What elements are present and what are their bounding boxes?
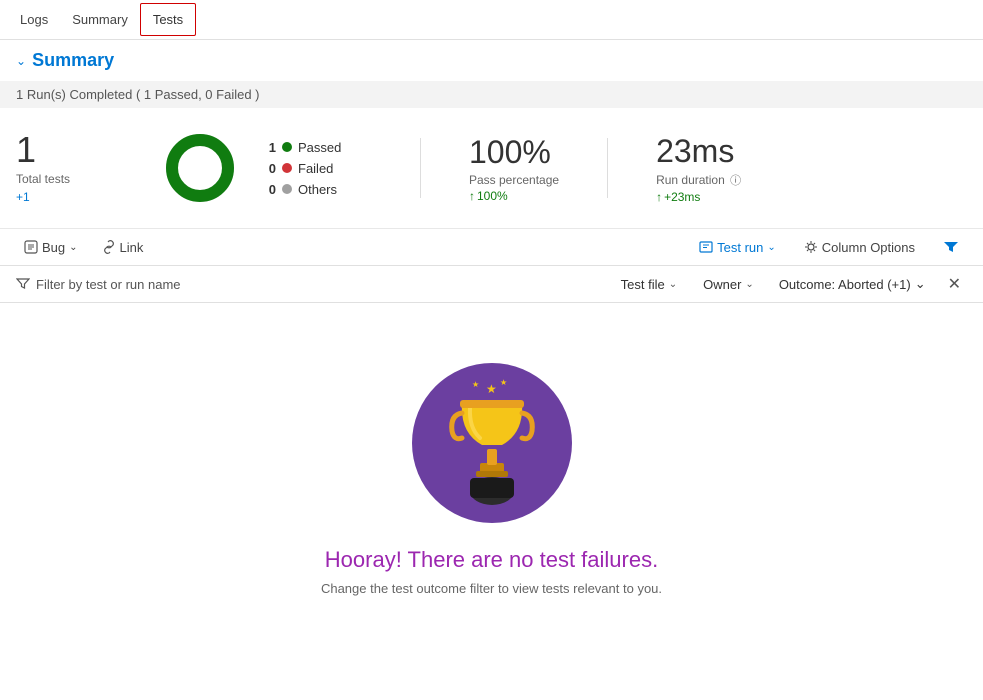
dot-passed bbox=[282, 142, 292, 152]
summary-header: ⌄ Summary bbox=[0, 40, 983, 81]
pass-percentage-block: 100% Pass percentage 100% bbox=[469, 134, 559, 203]
total-tests-delta: +1 bbox=[16, 190, 136, 204]
filter-icon bbox=[943, 239, 959, 255]
legend-passed: 1 Passed bbox=[264, 140, 364, 155]
donut-chart bbox=[160, 128, 240, 208]
chevron-down-icon: ⌄ bbox=[745, 279, 753, 290]
legend-others: 0 Others bbox=[264, 182, 364, 197]
close-filter-button[interactable]: ✕ bbox=[942, 272, 967, 296]
completed-bar: 1 Run(s) Completed ( 1 Passed, 0 Failed … bbox=[0, 81, 983, 108]
link-button[interactable]: Link bbox=[94, 236, 152, 259]
legend: 1 Passed 0 Failed 0 Others bbox=[264, 140, 364, 197]
trophy-illustration: ★ ★ ★ bbox=[412, 363, 572, 523]
filter-funnel-icon bbox=[16, 277, 30, 291]
filter-bar: Filter by test or run name Test file ⌄ O… bbox=[0, 266, 983, 303]
run-duration-value: 23ms bbox=[656, 133, 741, 170]
owner-filter[interactable]: Owner ⌄ bbox=[694, 273, 763, 296]
summary-title: Summary bbox=[32, 50, 114, 71]
link-icon bbox=[102, 240, 116, 254]
chevron-down-icon: ⌄ bbox=[16, 54, 26, 68]
chevron-down-icon: ⌄ bbox=[767, 242, 775, 253]
chevron-down-icon: ⌄ bbox=[669, 279, 677, 290]
run-duration-label: Run duration ⓘ bbox=[656, 172, 741, 188]
hooray-message: Hooray! There are no test failures. bbox=[325, 547, 658, 573]
test-run-button[interactable]: Test run ⌄ bbox=[691, 236, 784, 259]
pass-pct-value: 100% bbox=[469, 134, 559, 171]
column-options-button[interactable]: Column Options bbox=[796, 236, 923, 259]
tab-logs[interactable]: Logs bbox=[8, 4, 60, 35]
toolbar: Bug ⌄ Link Test run ⌄ Column Options bbox=[0, 229, 983, 266]
run-duration-block: 23ms Run duration ⓘ +23ms bbox=[656, 133, 741, 204]
vertical-separator-2 bbox=[607, 138, 608, 198]
tab-summary[interactable]: Summary bbox=[60, 4, 140, 35]
top-nav: Logs Summary Tests bbox=[0, 0, 983, 40]
test-run-icon bbox=[699, 240, 713, 254]
pass-pct-label: Pass percentage bbox=[469, 173, 559, 187]
run-duration-delta: +23ms bbox=[656, 190, 741, 204]
total-tests-number: 1 bbox=[16, 132, 136, 168]
trophy-svg: ★ ★ ★ bbox=[432, 373, 552, 513]
pass-pct-delta: 100% bbox=[469, 189, 559, 203]
column-options-icon bbox=[804, 240, 818, 254]
total-tests-block: 1 Total tests +1 bbox=[16, 132, 136, 204]
toolbar-left: Bug ⌄ Link bbox=[16, 236, 683, 259]
bug-button[interactable]: Bug ⌄ bbox=[16, 236, 86, 259]
chevron-down-icon: ⌄ bbox=[915, 276, 926, 292]
stats-row: 1 Total tests +1 1 Passed 0 Failed 0 Oth… bbox=[0, 108, 983, 229]
toolbar-right: Test run ⌄ Column Options bbox=[691, 235, 967, 259]
bug-icon bbox=[24, 240, 38, 254]
tab-tests[interactable]: Tests bbox=[140, 3, 196, 36]
svg-text:★: ★ bbox=[472, 380, 479, 389]
empty-state: ★ ★ ★ Hooray! There are no test failures… bbox=[0, 303, 983, 636]
sub-message: Change the test outcome filter to view t… bbox=[321, 581, 662, 596]
svg-text:★: ★ bbox=[500, 378, 507, 387]
filter-chips: Test file ⌄ Owner ⌄ Outcome: Aborted (+1… bbox=[612, 272, 967, 296]
info-icon: ⓘ bbox=[730, 175, 741, 187]
filter-input-area[interactable]: Filter by test or run name bbox=[16, 277, 612, 292]
dot-others bbox=[282, 184, 292, 194]
legend-failed: 0 Failed bbox=[264, 161, 364, 176]
test-file-filter[interactable]: Test file ⌄ bbox=[612, 273, 686, 296]
vertical-separator bbox=[420, 138, 421, 198]
chevron-down-icon: ⌄ bbox=[69, 242, 77, 253]
dot-failed bbox=[282, 163, 292, 173]
svg-text:★: ★ bbox=[486, 382, 497, 396]
outcome-filter[interactable]: Outcome: Aborted (+1) ⌄ bbox=[771, 273, 934, 295]
total-tests-label: Total tests bbox=[16, 172, 136, 186]
filter-button[interactable] bbox=[935, 235, 967, 259]
